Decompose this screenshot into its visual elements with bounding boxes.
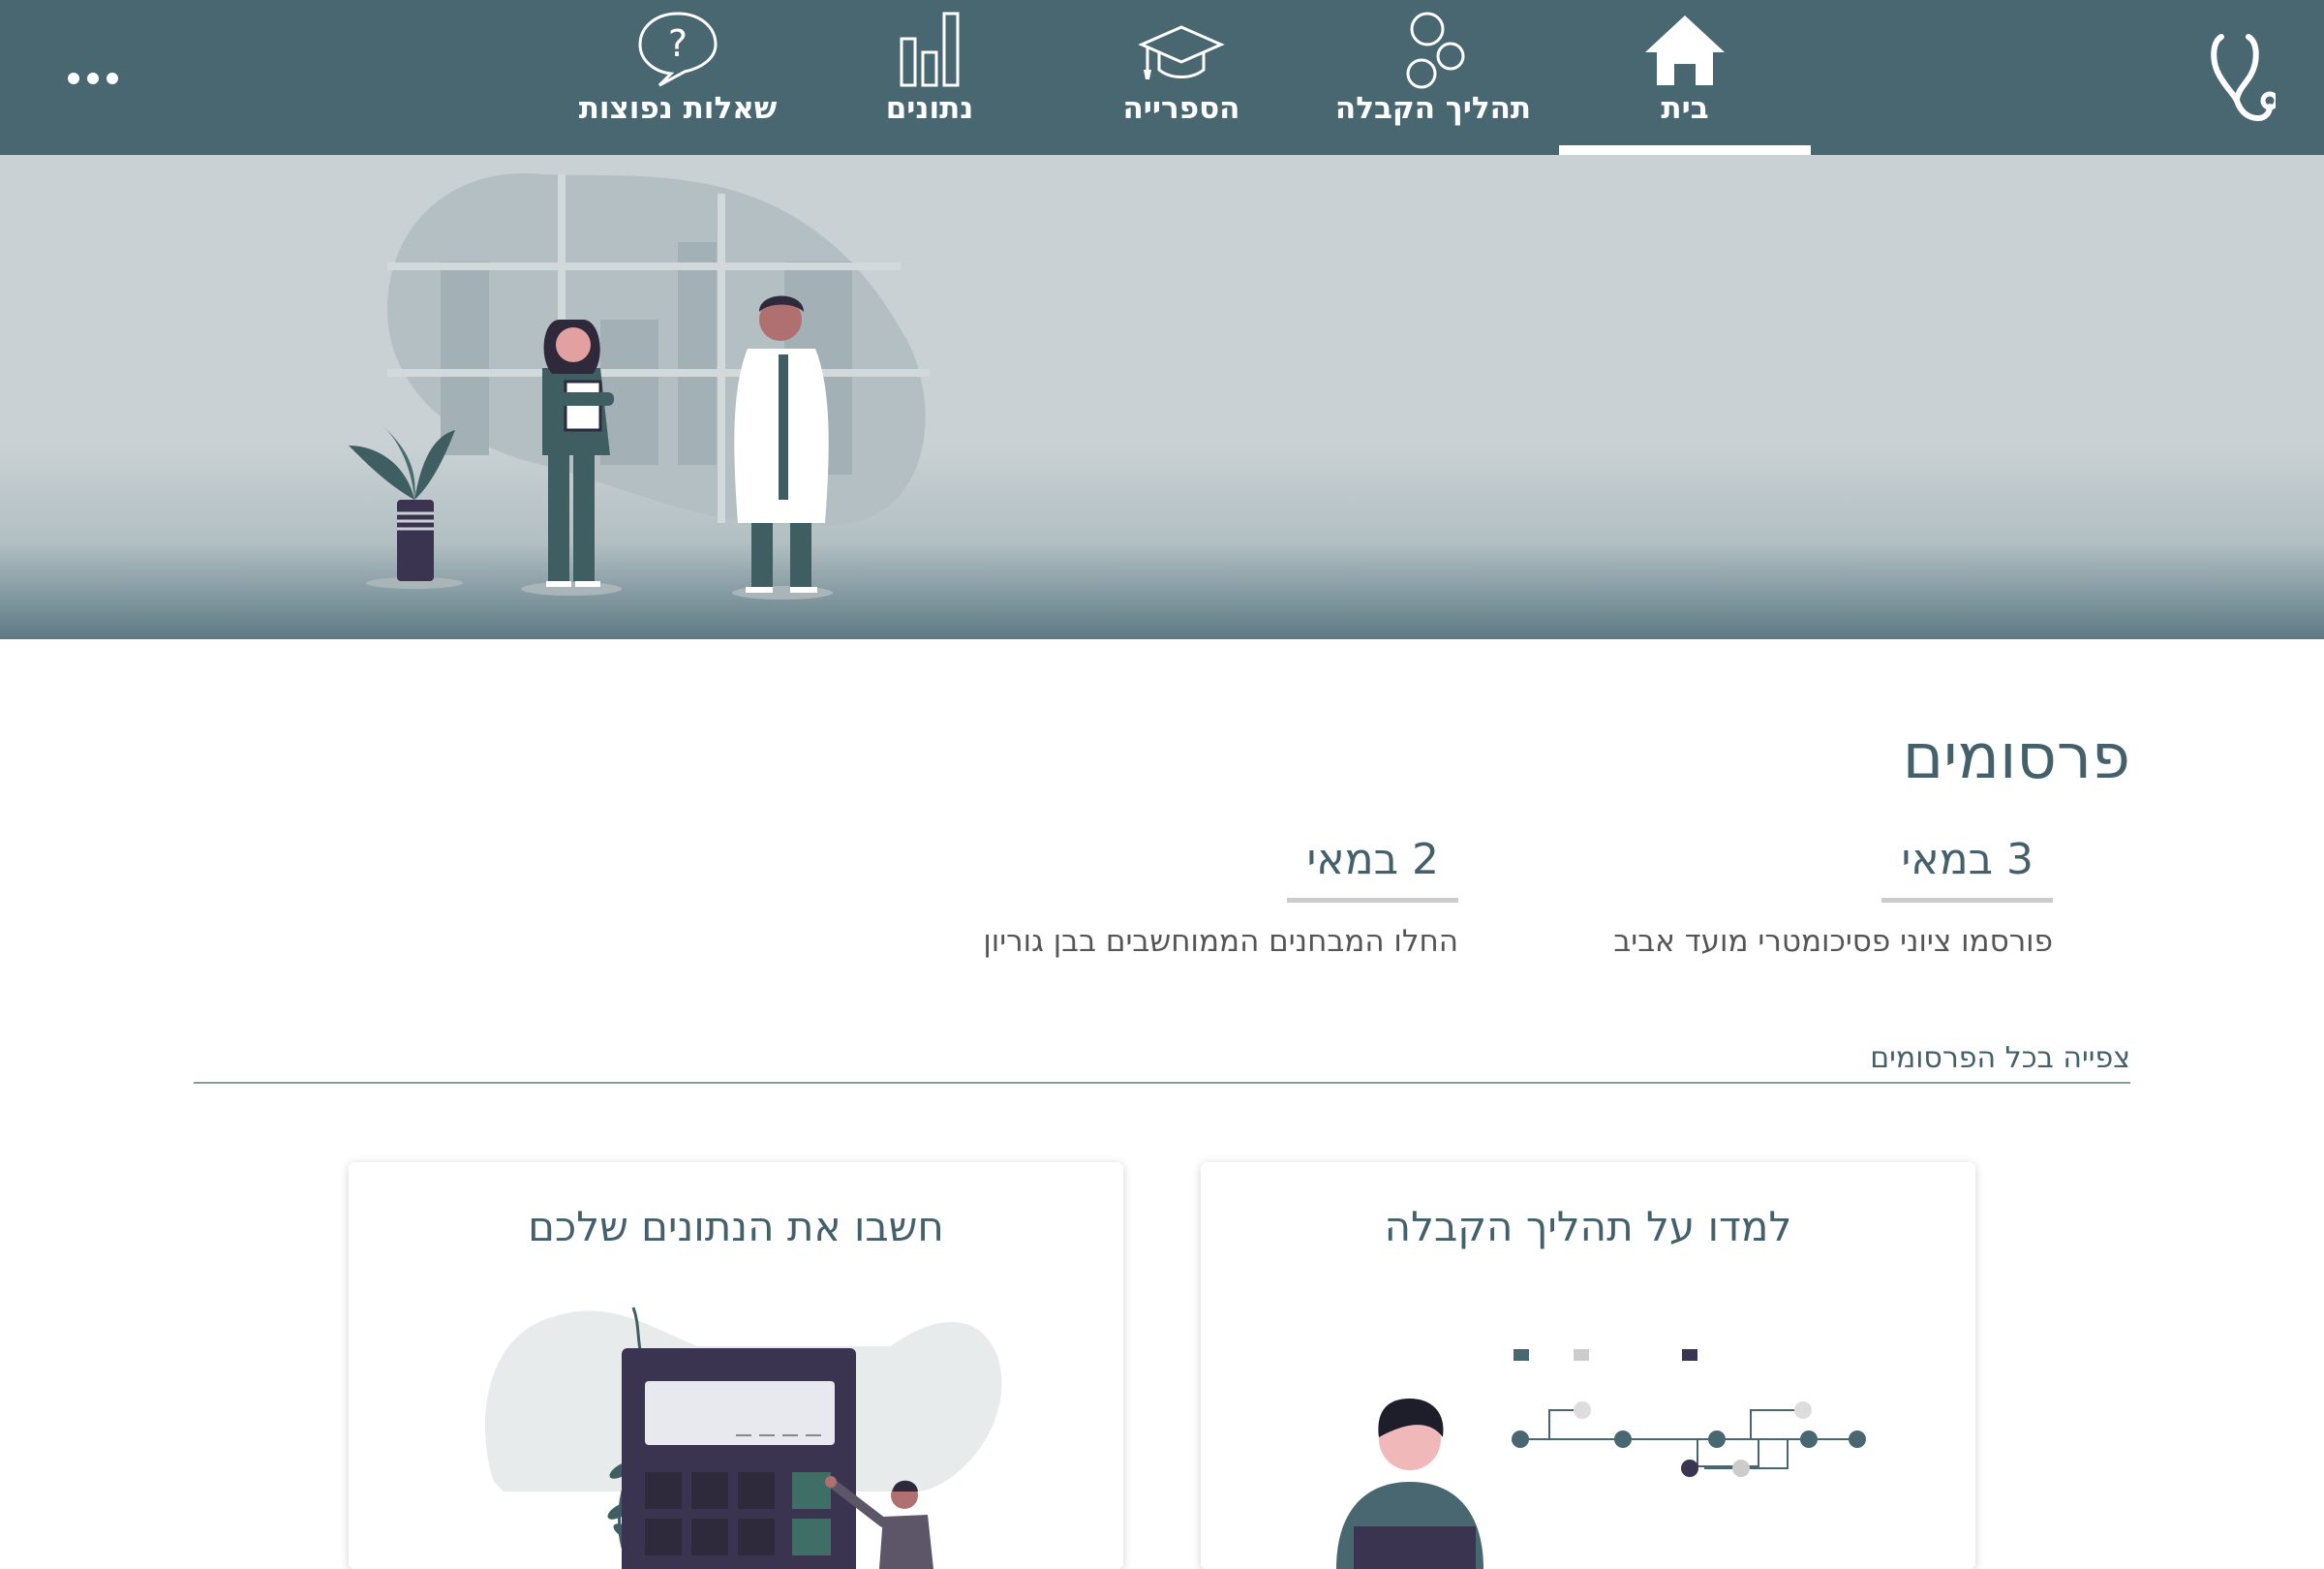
publication-text: החלו המבחנים הממוחשבים בבן גוריון xyxy=(983,924,1458,959)
publication-item[interactable]: 2 במאי החלו המבחנים הממוחשבים בבן גוריון xyxy=(983,835,1458,959)
graduation-cap-icon xyxy=(1138,25,1225,79)
calculate-data-card[interactable]: חשבו את הנתונים שלכם xyxy=(349,1162,1123,1569)
stethoscope-icon[interactable] xyxy=(2208,29,2276,126)
nav-item-admission[interactable]: תהליך הקבלה xyxy=(1307,0,1559,155)
hero-banner xyxy=(0,155,2324,639)
nav-item-faq[interactable]: ? שאלות נפוצות xyxy=(552,0,804,155)
publication-item[interactable]: 3 במאי פורסמו ציוני פסיכומטרי מועד אביב xyxy=(1613,835,2053,959)
nav-item-label: הספרייה xyxy=(1122,91,1240,126)
nav-item-statistics[interactable]: נתונים xyxy=(804,0,1055,155)
home-icon xyxy=(1645,15,1725,85)
publication-text: פורסמו ציוני פסיכומטרי מועד אביב xyxy=(1613,924,2053,959)
more-dot xyxy=(87,73,99,84)
nav-item-home[interactable]: בית xyxy=(1559,0,1811,155)
svg-text:?: ? xyxy=(668,22,688,65)
question-bubble-icon: ? xyxy=(638,12,718,87)
publication-date: 2 במאי xyxy=(1287,835,1458,903)
more-dot xyxy=(107,73,118,84)
nav-item-label: שאלות נפוצות xyxy=(578,91,778,126)
view-all-publications-link[interactable]: צפייה בכל הפרסומים xyxy=(1870,1041,2130,1075)
nav-item-label: בית xyxy=(1661,91,1709,126)
nav-item-library[interactable]: הספרייה xyxy=(1055,0,1307,155)
circles-icon xyxy=(1406,12,1465,89)
calculator-illustration xyxy=(484,1307,1002,1569)
nav-item-label: תהליך הקבלה xyxy=(1334,91,1532,126)
bar-chart-icon xyxy=(900,12,960,87)
nav-item-label: נתונים xyxy=(885,91,974,126)
doctors-illustration xyxy=(349,172,930,600)
section-divider xyxy=(194,1082,2130,1084)
top-nav: ? שאלות נפוצות נתונים הספרייה תהליך הקבל… xyxy=(0,0,2324,155)
publications-title: פרסומים xyxy=(1902,722,2130,793)
publication-date: 3 במאי xyxy=(1881,835,2053,903)
process-timeline-illustration xyxy=(1336,1349,1866,1569)
more-menu-button[interactable] xyxy=(68,64,126,93)
admission-process-card[interactable]: למדו על תהליך הקבלה xyxy=(1201,1162,1975,1569)
more-dots-icon xyxy=(68,73,79,84)
